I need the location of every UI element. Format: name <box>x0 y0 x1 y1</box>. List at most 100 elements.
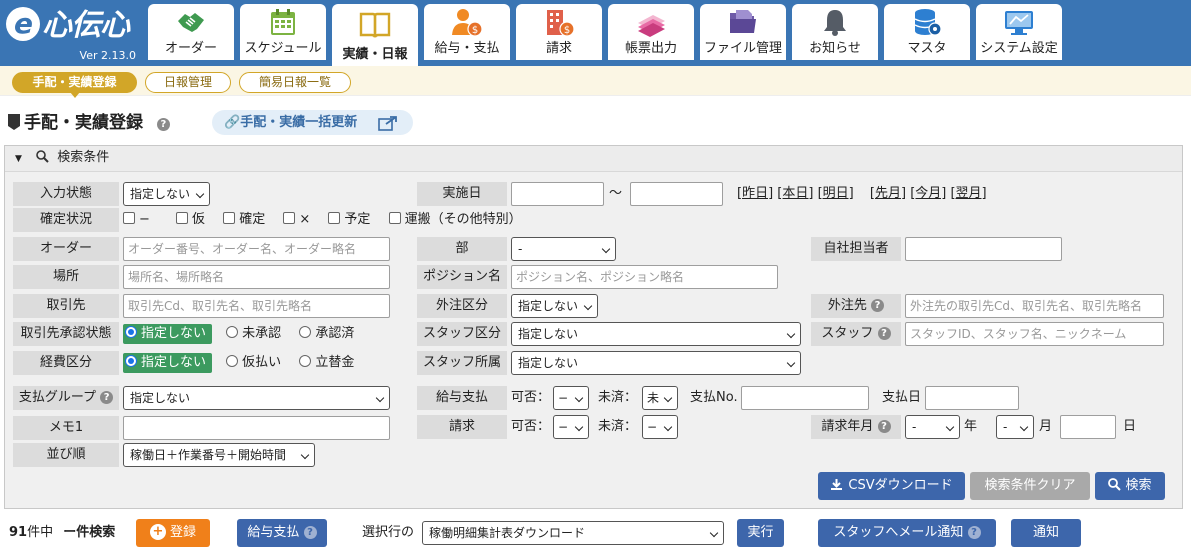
label-own-rep: 自社担当者 <box>811 237 901 261</box>
tab-order[interactable]: オーダー <box>148 4 234 60</box>
link-tomorrow[interactable]: [明日] <box>818 186 854 201</box>
app-logo[interactable]: e 心伝心 Ver 2.13.0 <box>4 4 144 64</box>
client-approval-radios: 指定しない 未承認 承認済 <box>123 322 354 346</box>
radio-approval-unspecified[interactable]: 指定しない <box>123 324 213 344</box>
order-search-input[interactable]: オーダー番号、オーダー名、オーダー略名 <box>123 237 390 261</box>
staff-mail-notify-button[interactable]: スタッフへメール通知 ? <box>818 519 996 547</box>
tab-results-daily-report[interactable]: 実績・日報 <box>332 4 418 66</box>
notify-button[interactable]: 通知 <box>1011 519 1081 547</box>
subnav-arrangement-results[interactable]: 手配・実績登録 <box>12 72 137 98</box>
checkbox-scheduled[interactable]: 予定 <box>328 212 370 227</box>
staff-search-input[interactable]: スタッフID、スタッフ名、ニックネーム <box>905 322 1164 346</box>
checkbox-confirmed[interactable]: 確定 <box>223 212 265 227</box>
staff-affiliation-select[interactable]: 指定しない <box>511 351 801 375</box>
checkbox-cancel[interactable]: × <box>283 212 310 227</box>
radio-expense-reimbursement[interactable]: 立替金 <box>299 355 354 370</box>
radio-expense-unspecified[interactable]: 指定しない <box>123 353 213 373</box>
outsource-type-select[interactable]: 指定しない <box>511 294 598 318</box>
plus-circle-icon: + <box>149 524 166 540</box>
label-outsource-type: 外注区分 <box>417 294 507 318</box>
subnav-daily-report-management[interactable]: 日報管理 <box>145 72 231 93</box>
sort-select[interactable]: 稼働日＋作業番号＋開始時間 <box>123 443 315 467</box>
bulk-update-button[interactable]: 🔗手配・実績一括更新 <box>212 110 413 135</box>
tab-billing[interactable]: $ 請求 <box>516 4 602 60</box>
billing-year-select[interactable]: - <box>905 415 960 439</box>
billing-month-select[interactable]: - <box>996 415 1034 439</box>
bill-unsettled-select[interactable]: − <box>642 415 678 439</box>
label-memo1: メモ1 <box>13 416 119 440</box>
label-staff-type: スタッフ区分 <box>417 322 507 346</box>
help-icon[interactable]: ? <box>156 118 170 131</box>
tab-label: 請求 <box>545 41 572 56</box>
label-billing: 請求 <box>417 415 507 439</box>
date-from-input[interactable] <box>511 182 604 206</box>
client-search-input[interactable]: 取引先Cd、取引先名、取引先略名 <box>123 294 390 318</box>
label-date: 実施日 <box>417 182 507 206</box>
staff-type-select[interactable]: 指定しない <box>511 322 801 346</box>
search-panel-header[interactable]: ▼ 検索条件 <box>5 146 1182 172</box>
csv-download-button[interactable]: CSVダウンロード <box>818 472 965 500</box>
link-last-month[interactable]: [先月] <box>870 186 906 201</box>
checkbox-box <box>223 212 236 224</box>
radio-button <box>299 326 312 338</box>
outsource-search-input[interactable]: 外注先の取引先Cd、取引先名、取引先略名 <box>905 294 1164 318</box>
person-coin-icon: $ <box>452 9 483 37</box>
tab-notices[interactable]: お知らせ <box>792 4 878 60</box>
position-search-input[interactable]: ポジション名、ポジション略名 <box>511 265 778 289</box>
logo-brand: e 心伝心 <box>6 6 130 46</box>
result-count: 91件中 ー件検索 <box>9 525 116 540</box>
sub-nav: 手配・実績登録 日報管理 簡易日報一覧 <box>0 66 1191 98</box>
link-today[interactable]: [本日] <box>777 186 813 201</box>
pay-no-input[interactable] <box>741 386 869 410</box>
input-status-select[interactable]: 指定しない <box>123 182 210 206</box>
link-this-month[interactable]: [今月] <box>910 186 946 201</box>
year-unit-label: 年 <box>964 419 978 434</box>
checkbox-unconfirmed[interactable]: − <box>123 212 150 227</box>
own-rep-input[interactable] <box>905 237 1062 261</box>
dept-select[interactable]: - <box>511 237 616 261</box>
tab-schedule[interactable]: スケジュール <box>240 4 326 60</box>
radio-approval-approved[interactable]: 承認済 <box>299 326 354 341</box>
radio-approval-pending[interactable]: 未承認 <box>226 326 281 341</box>
pay-date-input[interactable] <box>925 386 1019 410</box>
salary-payment-button[interactable]: 給与支払 ? <box>237 519 327 547</box>
pay-group-select[interactable]: 指定しない <box>123 386 390 410</box>
link-yesterday[interactable]: [昨日] <box>737 186 773 201</box>
tab-form-output[interactable]: 帳票出力 <box>608 4 694 60</box>
confirm-status-checkboxes: − 仮 確定 × 予定 運搬（その他特別） <box>123 208 522 232</box>
title-marker-icon <box>8 114 20 130</box>
row-action-select[interactable]: 稼働明細集計表ダウンロード <box>422 521 724 545</box>
pay-possible-select[interactable]: − <box>553 386 589 410</box>
bill-possible-select[interactable]: − <box>553 415 589 439</box>
label-salary-pay: 給与支払 <box>417 386 507 410</box>
label-order: オーダー <box>13 237 119 261</box>
label-client-approval: 取引先承認状態 <box>13 322 119 346</box>
link-next-month[interactable]: [翌月] <box>950 186 986 201</box>
help-icon[interactable]: ? <box>871 299 885 312</box>
billing-day-input[interactable] <box>1060 415 1116 439</box>
place-search-input[interactable]: 場所名、場所略名 <box>123 265 390 289</box>
tab-salary-payment[interactable]: $ 給与・支払 <box>424 4 510 60</box>
date-range-separator: 〜 <box>609 186 623 201</box>
register-button[interactable]: + 登録 <box>136 519 210 547</box>
checkbox-transport-special[interactable]: 運搬（その他特別） <box>388 212 522 227</box>
radio-button <box>226 355 239 367</box>
date-to-input[interactable] <box>630 182 723 206</box>
download-icon <box>831 479 843 490</box>
pay-unsettled-select[interactable]: 未 <box>642 386 678 410</box>
tab-file-management[interactable]: ファイル管理 <box>700 4 786 60</box>
clear-conditions-button[interactable]: 検索条件クリア <box>970 472 1090 500</box>
radio-expense-advance[interactable]: 仮払い <box>226 355 281 370</box>
subnav-simple-daily-report-list[interactable]: 簡易日報一覧 <box>239 72 351 93</box>
memo1-input[interactable] <box>123 416 390 440</box>
tab-label: お知らせ <box>809 41 861 56</box>
tab-system-settings[interactable]: システム設定 <box>976 4 1062 60</box>
search-button[interactable]: 検索 <box>1095 472 1165 500</box>
execute-button[interactable]: 実行 <box>737 519 784 547</box>
help-icon[interactable]: ? <box>100 391 114 404</box>
label-outsource: 外注先 ? <box>811 294 901 318</box>
checkbox-tentative[interactable]: 仮 <box>176 212 205 227</box>
help-icon[interactable]: ? <box>877 420 891 433</box>
help-icon[interactable]: ? <box>877 327 891 340</box>
tab-master[interactable]: マスタ <box>884 4 970 60</box>
